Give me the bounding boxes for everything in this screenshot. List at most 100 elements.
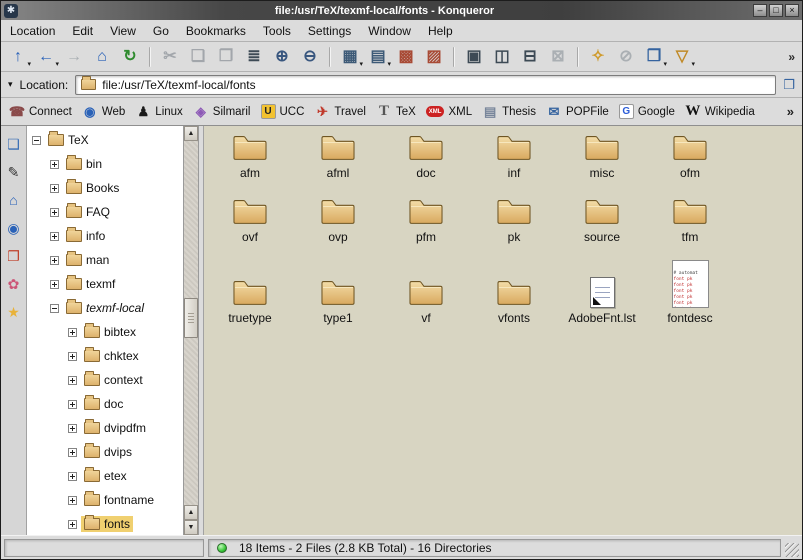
tree-item-fonts[interactable]: fonts — [27, 512, 183, 535]
minimize-button[interactable]: – — [753, 4, 767, 17]
folder-source[interactable]: source — [583, 196, 621, 244]
konqueror-icon[interactable]: ✱ — [4, 4, 18, 18]
file-fontdesc[interactable]: # automat font pk font pk font pk font p… — [667, 260, 712, 325]
bookmark-web[interactable]: ◉ Web — [82, 104, 125, 120]
sidebar-bookmarks-icon[interactable]: ❑ — [4, 134, 24, 154]
bookmark-travel[interactable]: ✈ Travel — [314, 104, 366, 120]
sidebar-home-icon[interactable]: ⌂ — [4, 190, 24, 210]
tree-item-texmf-local[interactable]: texmf-local — [27, 296, 183, 320]
icon-view-button[interactable]: ▦ ▾ — [337, 45, 363, 69]
toolbar-extension-button[interactable]: » — [785, 50, 798, 64]
bookmark-overflow-button[interactable]: » — [783, 104, 794, 119]
tree-item-doc[interactable]: doc — [27, 392, 183, 416]
expander-icon[interactable] — [50, 160, 59, 169]
bookmark-thesis[interactable]: ▤ Thesis — [482, 104, 536, 120]
expander-icon[interactable] — [50, 184, 59, 193]
zoom-out-button[interactable]: ⊖ ▾ — [297, 45, 323, 69]
expander-icon[interactable] — [68, 520, 77, 529]
tree-item-fontname[interactable]: fontname — [27, 488, 183, 512]
expander-icon[interactable] — [50, 280, 59, 289]
bookmark-linux[interactable]: ♟ Linux — [135, 104, 183, 120]
folder-view[interactable]: afm afml — [204, 126, 802, 535]
expander-icon[interactable] — [50, 232, 59, 241]
tree-item-tex[interactable]: TeX — [27, 128, 183, 152]
folder-pfm[interactable]: pfm — [407, 196, 445, 244]
folder-afm[interactable]: afm — [231, 132, 269, 180]
menu-window[interactable]: Window — [368, 24, 411, 38]
location-extension-icon[interactable]: ❒ — [783, 77, 795, 93]
expander-icon[interactable] — [68, 328, 77, 337]
bookmark-popfile[interactable]: ✉ POPFile — [546, 104, 609, 120]
home-button[interactable]: ⌂ ▾ — [89, 45, 115, 69]
bookmark-google[interactable]: G Google — [619, 104, 675, 119]
bookmark-wikipedia[interactable]: W Wikipedia — [685, 104, 755, 120]
expander-icon[interactable] — [68, 496, 77, 505]
sidebar-services-icon[interactable]: ✿ — [4, 274, 24, 294]
sidebar-history-pen-icon[interactable]: ✎ — [4, 162, 24, 182]
expander-icon[interactable] — [50, 304, 59, 313]
tree-item-bin[interactable]: bin — [27, 152, 183, 176]
titlebar[interactable]: ✱ file:/usr/TeX/texmf-local/fonts - Konq… — [1, 1, 802, 20]
folder-ofm[interactable]: ofm — [671, 132, 709, 180]
scroll-up-button[interactable]: ▲ — [184, 126, 198, 141]
cut-button[interactable]: ✂ ▾ — [157, 45, 183, 69]
tree-item-dvips[interactable]: dvips — [27, 440, 183, 464]
tree-item-man[interactable]: man — [27, 248, 183, 272]
expander-icon[interactable] — [68, 424, 77, 433]
split-horizontal-button[interactable]: ⊟ ▾ — [517, 45, 543, 69]
menu-location[interactable]: Location — [10, 24, 55, 38]
reload-button[interactable]: ↻ ▾ — [117, 45, 143, 69]
sidebar-star-icon[interactable]: ★ — [4, 302, 24, 322]
file-adobefnt-lst[interactable]: AdobeFnt.lst — [568, 277, 635, 325]
remove-view-button[interactable]: ⊠ ▾ — [545, 45, 571, 69]
folder-misc[interactable]: misc — [583, 132, 621, 180]
scroll-thumb[interactable] — [184, 298, 198, 338]
expander-icon[interactable] — [68, 472, 77, 481]
expander-icon[interactable] — [50, 256, 59, 265]
forward-button[interactable]: → ▾ — [61, 45, 87, 69]
frame-view-button[interactable]: ▣ ▾ — [461, 45, 487, 69]
zoom-in-button[interactable]: ⊕ ▾ — [269, 45, 295, 69]
folder-pk[interactable]: pk — [495, 196, 533, 244]
menu-view[interactable]: View — [110, 24, 136, 38]
expander-icon[interactable] — [68, 376, 77, 385]
menu-go[interactable]: Go — [153, 24, 169, 38]
folder-inf[interactable]: inf — [495, 132, 533, 180]
folder-ovp[interactable]: ovp — [319, 196, 357, 244]
filter-button[interactable]: ▽ ▾ — [669, 45, 695, 69]
folder-afml[interactable]: afml — [319, 132, 357, 180]
detach-button[interactable]: ⊘ ▾ — [613, 45, 639, 69]
bookmark-connect[interactable]: ☎ Connect — [9, 104, 72, 120]
view-source-button[interactable]: ❒ ▾ — [641, 45, 667, 69]
folder-ovf[interactable]: ovf — [231, 196, 269, 244]
up-button[interactable]: ↑ ▾ — [5, 45, 31, 69]
menu-bookmarks[interactable]: Bookmarks — [186, 24, 246, 38]
tree-item-faq[interactable]: FAQ — [27, 200, 183, 224]
tree-item-context[interactable]: context — [27, 368, 183, 392]
folder-type1[interactable]: type1 — [319, 277, 357, 325]
print-button[interactable]: ≣ ▾ — [241, 45, 267, 69]
menu-edit[interactable]: Edit — [72, 24, 93, 38]
maximize-button[interactable]: □ — [769, 4, 783, 17]
bricks-button[interactable]: ▩ ▾ — [393, 45, 419, 69]
tree-item-info[interactable]: info — [27, 224, 183, 248]
bookmark-tex[interactable]: T TeX — [376, 104, 416, 120]
scroll-up-button-bottom[interactable]: ▲ — [184, 505, 198, 520]
resize-grip[interactable] — [785, 543, 799, 557]
folder-doc[interactable]: doc — [407, 132, 445, 180]
menu-settings[interactable]: Settings — [308, 24, 351, 38]
bookmark-silmaril[interactable]: ◈ Silmaril — [193, 104, 251, 120]
copy-button[interactable]: ❏ ▾ — [185, 45, 211, 69]
folder-tfm[interactable]: tfm — [671, 196, 709, 244]
bookmark-xml[interactable]: XML XML — [426, 106, 472, 118]
expander-icon[interactable] — [68, 400, 77, 409]
tree-item-dvipdfm[interactable]: dvipdfm — [27, 416, 183, 440]
close-button[interactable]: × — [785, 4, 799, 17]
tree-scrollbar[interactable]: ▲ ▲ ▼ — [183, 126, 198, 535]
expander-icon[interactable] — [68, 352, 77, 361]
scroll-down-button[interactable]: ▼ — [184, 520, 198, 535]
new-window-button[interactable]: ✧ ▾ — [585, 45, 611, 69]
split-vertical-button[interactable]: ◫ ▾ — [489, 45, 515, 69]
expander-icon[interactable] — [50, 208, 59, 217]
scroll-track[interactable] — [184, 141, 198, 505]
